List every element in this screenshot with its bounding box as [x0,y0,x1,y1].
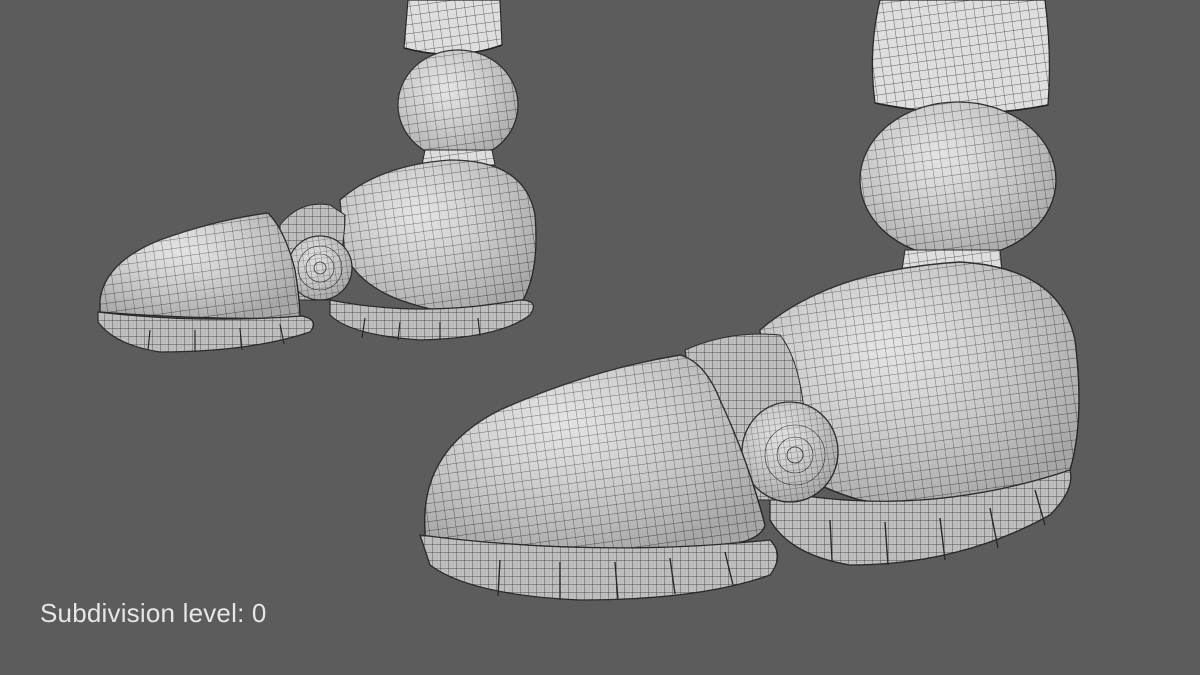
left-ankle-ball [397,49,519,166]
right-ankle-ball [859,101,1057,271]
right-leg-shin [871,0,1051,114]
scene-render[interactable] [0,0,1200,675]
left-toe-cap [99,212,301,320]
subdivision-level-label: Subdivision level: 0 [40,598,267,628]
3d-viewport[interactable]: Subdivision level: 0 [0,0,1200,675]
left-heel-shell [339,159,537,315]
left-leg-shin [403,0,503,56]
left-foot-model[interactable] [97,0,537,353]
